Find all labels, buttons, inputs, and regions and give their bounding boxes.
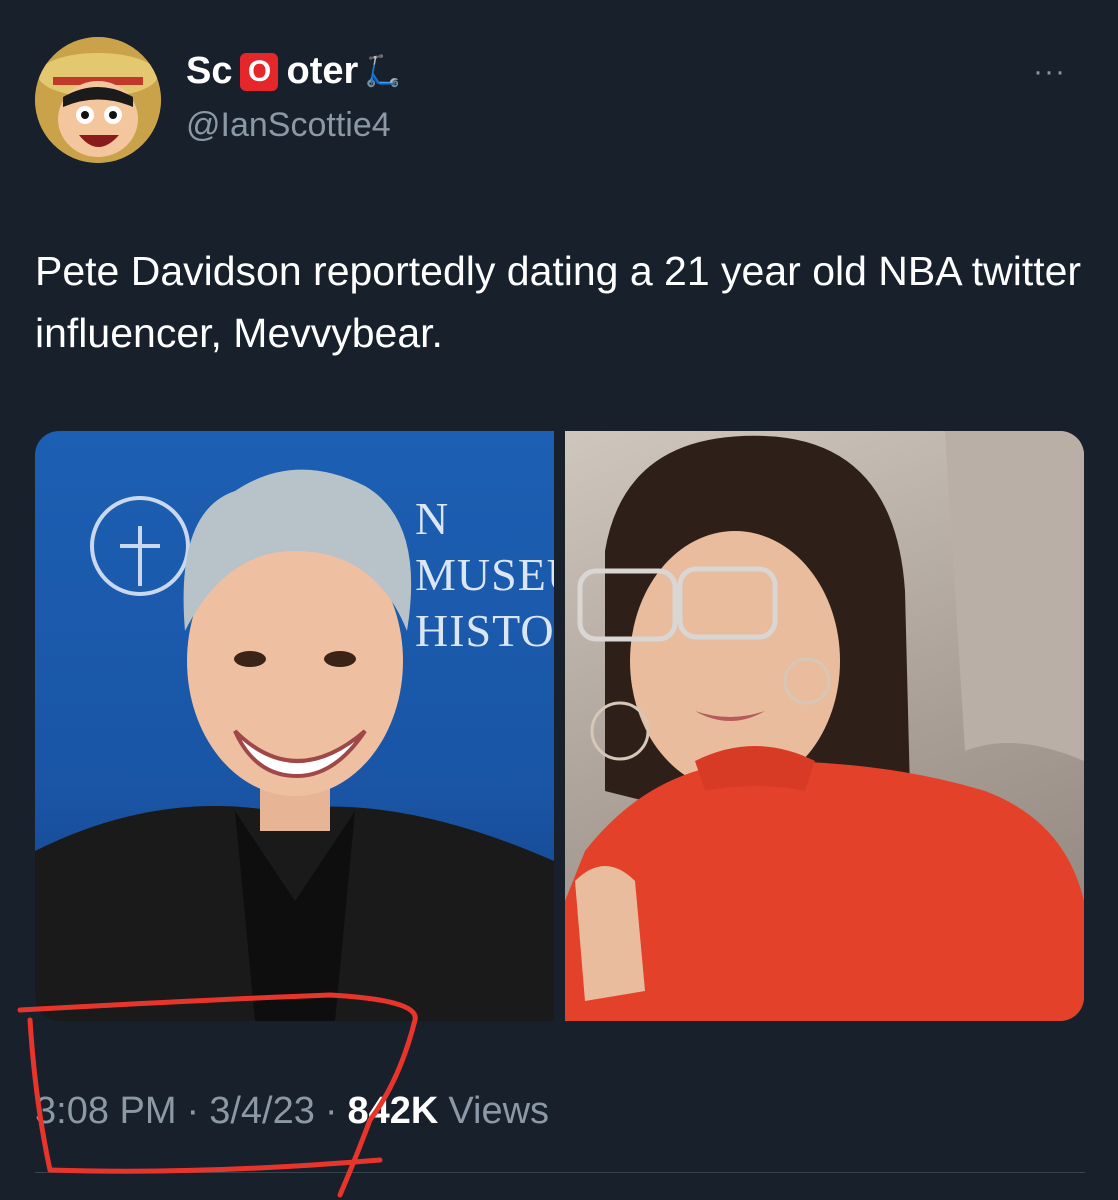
separator-dot: · xyxy=(186,1090,200,1132)
tweet-time[interactable]: 3:08 PM xyxy=(35,1090,177,1133)
tweet-date[interactable]: 3/4/23 xyxy=(209,1090,315,1133)
views-label: Views xyxy=(448,1090,550,1132)
photo-right[interactable] xyxy=(565,431,1084,1021)
avatar[interactable] xyxy=(35,37,161,163)
tweet-text: Pete Davidson reportedly dating a 21 yea… xyxy=(35,248,1082,356)
user-handle[interactable]: @IanScottie4 xyxy=(186,106,391,145)
views-count[interactable]: 842K xyxy=(348,1090,439,1133)
display-name[interactable]: Sc Ooter 🛴 xyxy=(186,50,402,93)
scooter-icon: 🛴 xyxy=(364,55,402,88)
divider xyxy=(35,1172,1085,1173)
photo-left[interactable]: N MUSEU HISTOI xyxy=(35,431,554,1021)
display-name-prefix: Sc xyxy=(186,50,233,92)
tweet-metadata: 3:08 PM · 3/4/23 · 842K Views xyxy=(35,1090,549,1133)
media-grid: N MUSEU HISTOI xyxy=(35,431,1084,1021)
red-o-emoji-icon: O xyxy=(240,52,279,91)
display-name-suffix: oter xyxy=(286,50,359,92)
more-options-icon[interactable]: ··· xyxy=(1033,55,1066,89)
museum-text-line1: N MUSEU xyxy=(415,493,554,600)
museum-backdrop-text: N MUSEU HISTOI xyxy=(415,491,554,659)
museum-text-line2: HISTOI xyxy=(415,605,554,656)
avatar-image xyxy=(35,37,161,163)
woman-photo-illustration xyxy=(565,431,1084,1021)
separator-dot: · xyxy=(324,1090,338,1132)
